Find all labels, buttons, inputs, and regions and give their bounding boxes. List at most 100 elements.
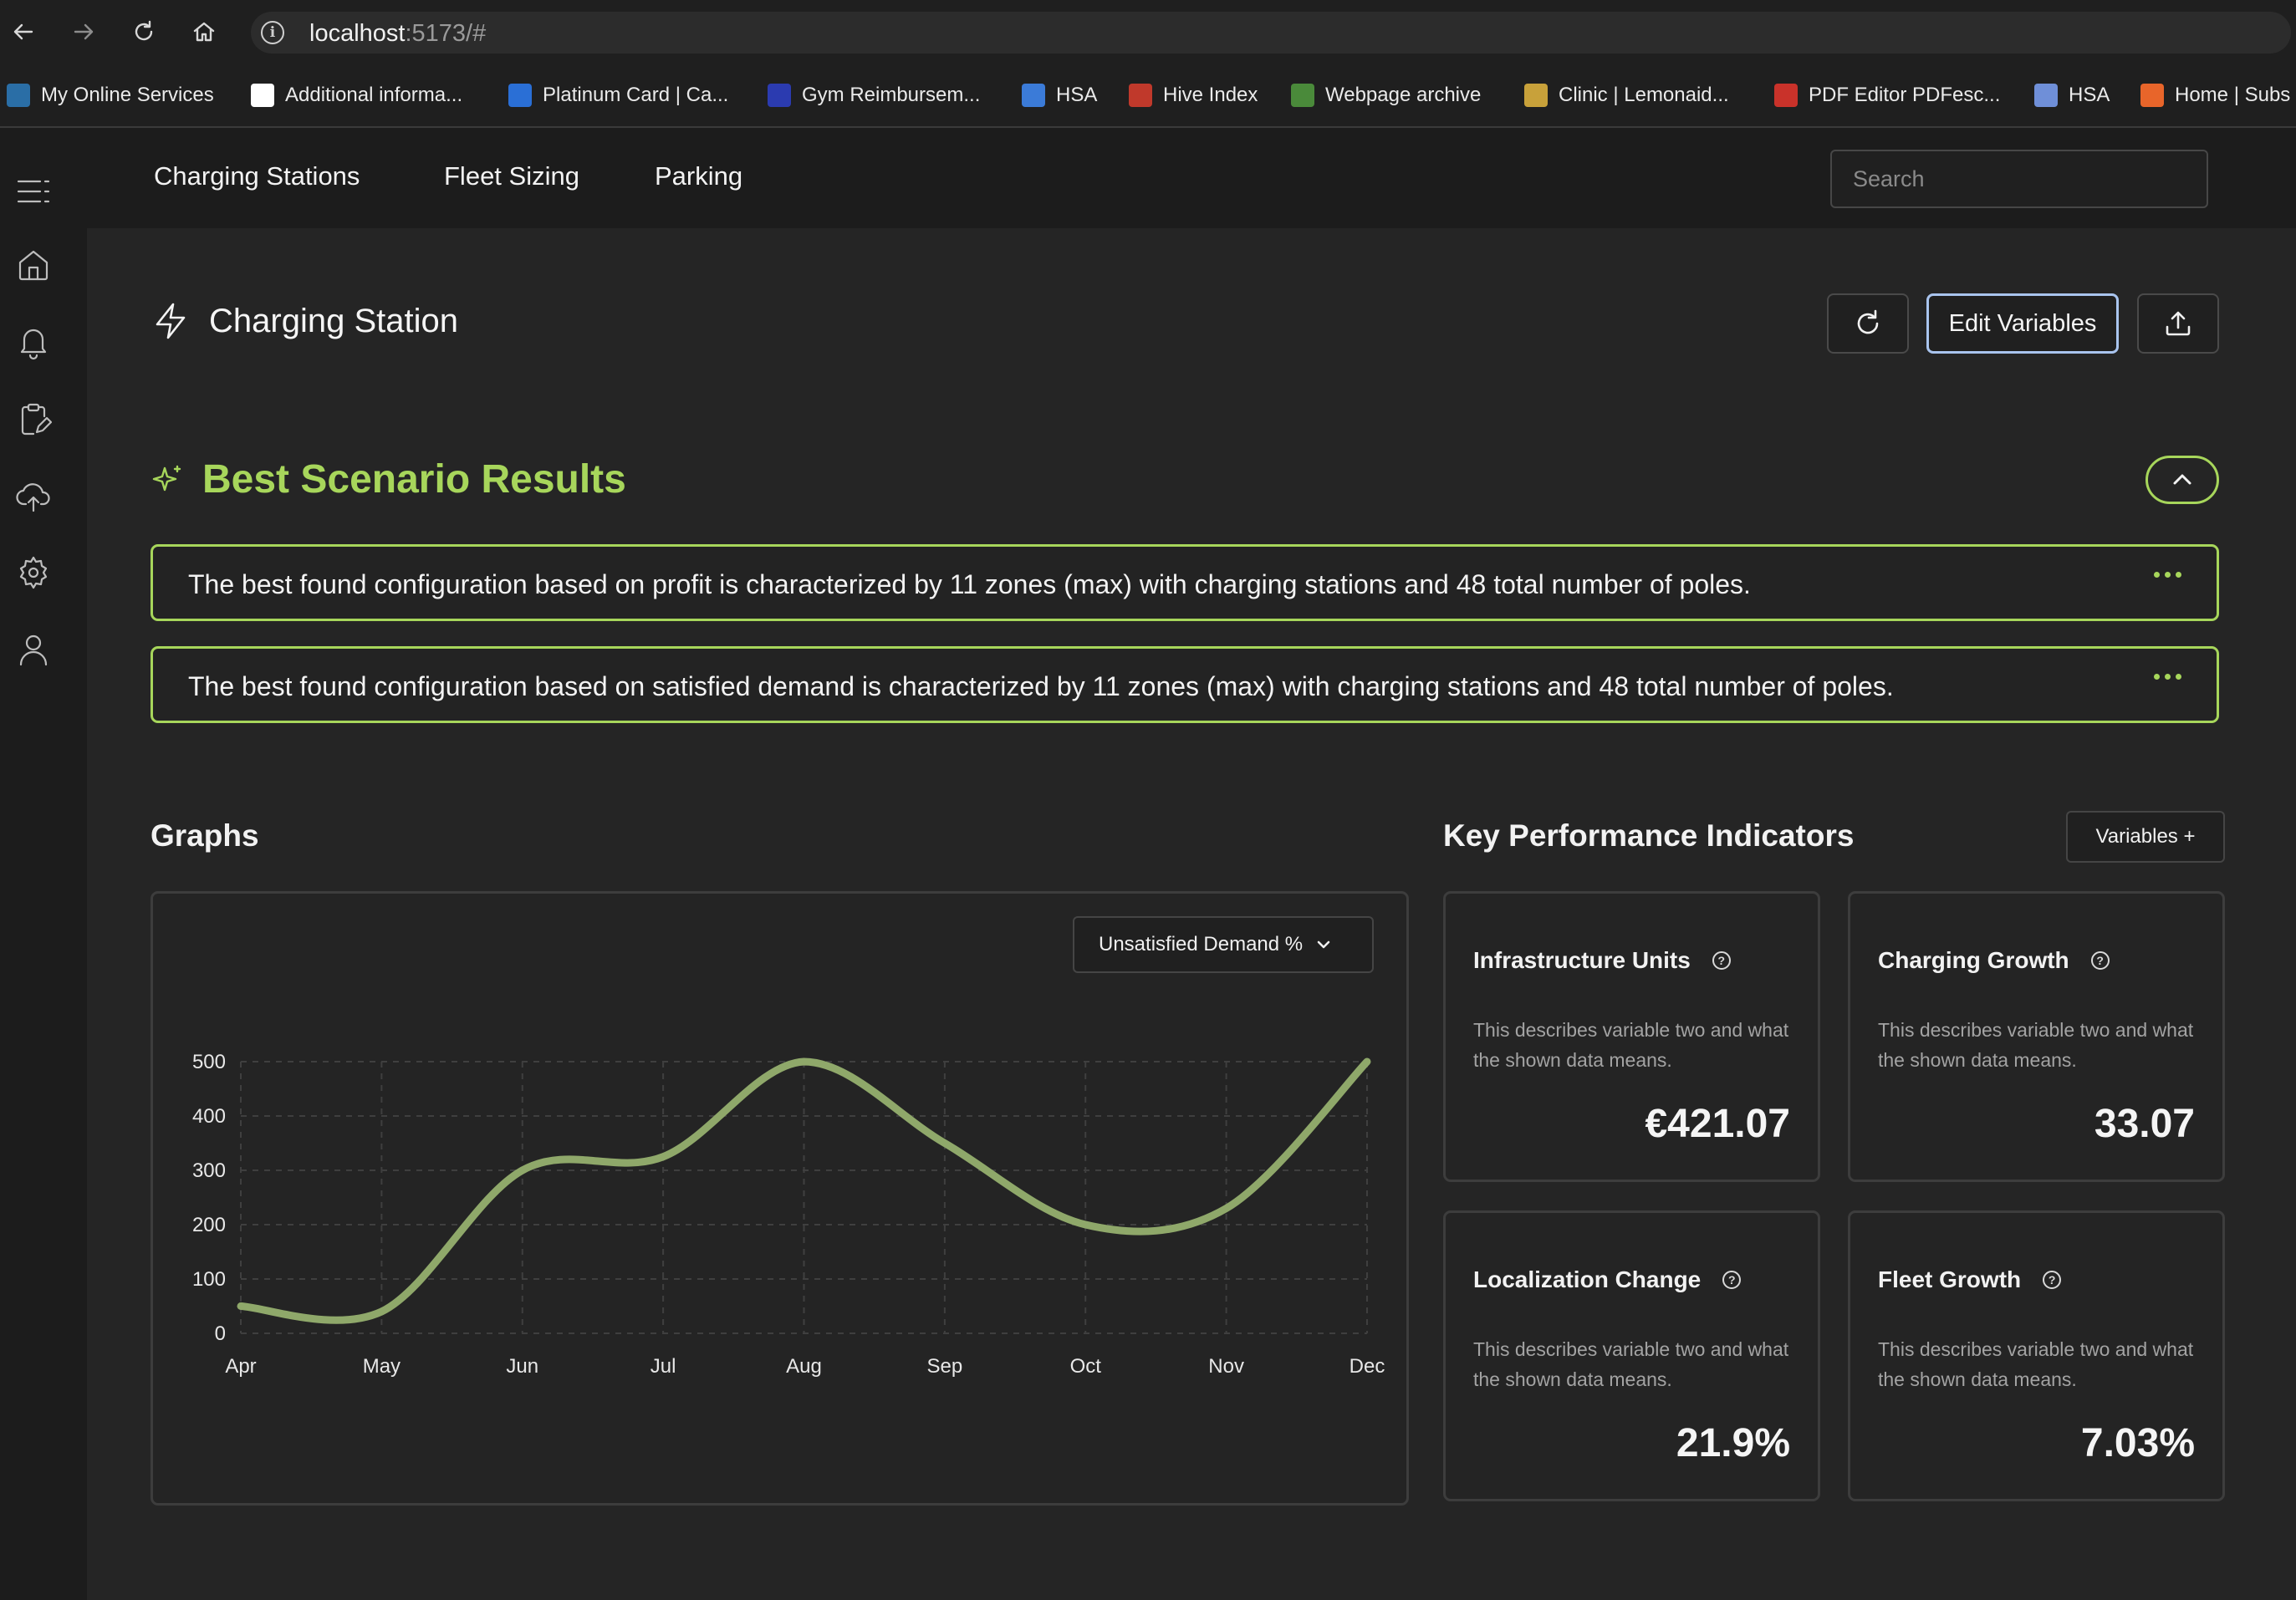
result-text: The best found configuration based on sa…	[188, 671, 1894, 701]
bookmark-item[interactable]: Clinic | Lemonaid...	[1524, 79, 1729, 111]
bookmark-label: My Online Services	[41, 84, 214, 106]
hive-icon	[1129, 84, 1152, 107]
bookmark-item[interactable]: Additional informa...	[251, 79, 462, 111]
y-tick-label: 200	[192, 1214, 226, 1236]
bookmark-item[interactable]: HSA	[1022, 79, 1097, 111]
result-card: The best found configuration based on sa…	[151, 646, 2219, 723]
menu-icon[interactable]	[13, 171, 54, 211]
kpi-card: Fleet Growth? This describes variable tw…	[1848, 1210, 2225, 1501]
x-tick-label: May	[363, 1355, 401, 1378]
bookmark-label: HSA	[2069, 84, 2110, 106]
kpi-title: Localization Change?	[1473, 1266, 1742, 1293]
kpi-card: Localization Change? This describes vari…	[1443, 1210, 1820, 1501]
graph-card: Unsatisfied Demand % 0 100 200 300 400 500 Apr…	[151, 891, 1409, 1506]
bookmark-label: PDF Editor PDFesc...	[1809, 84, 2001, 106]
x-tick-label: Aug	[786, 1355, 822, 1378]
kpi-description: This describes variable two and what the…	[1878, 1338, 2194, 1390]
kpi-description: This describes variable two and what the…	[1878, 1019, 2194, 1071]
chevron-up-icon	[2173, 474, 2191, 485]
page-title: Charging Station	[151, 301, 458, 341]
best-scenario-title: Best Scenario Results	[202, 457, 626, 502]
top-nav: Charging Stations Fleet Sizing Parking	[87, 128, 2296, 228]
af-icon	[768, 84, 791, 107]
archive-icon	[1291, 84, 1314, 107]
kpi-value: €421.07	[1645, 1102, 1790, 1146]
help-icon[interactable]: ?	[2090, 951, 2110, 970]
bookmark-item[interactable]: Webpage archive	[1291, 79, 1481, 111]
kpi-description: This describes variable two and what the…	[1473, 1338, 1789, 1390]
clipboard-edit-icon[interactable]	[13, 399, 54, 439]
bookmark-item[interactable]: Gym Reimbursem...	[768, 79, 980, 111]
bookmark-item[interactable]: Platinum Card | Ca...	[508, 79, 728, 111]
search-input[interactable]	[1830, 150, 2208, 208]
bookmark-label: Clinic | Lemonaid...	[1559, 84, 1729, 106]
x-tick-label: Apr	[225, 1355, 256, 1378]
kpi-card: Charging Growth? This describes variable…	[1848, 891, 2225, 1182]
home-icon[interactable]	[187, 15, 221, 48]
kpi-heading: Key Performance Indicators	[1443, 818, 1855, 853]
more-options-icon[interactable]	[2154, 674, 2181, 680]
kpi-value: 33.07	[2094, 1102, 2195, 1146]
bell-icon[interactable]	[13, 322, 54, 362]
hsa-icon	[1022, 84, 1045, 107]
y-tick-label: 500	[192, 1051, 226, 1073]
more-options-icon[interactable]	[2154, 572, 2181, 578]
lemonaid-icon	[1524, 84, 1548, 107]
kpi-title: Charging Growth?	[1878, 947, 2110, 974]
bookmark-label: HSA	[1056, 84, 1098, 106]
collapse-button[interactable]	[2145, 456, 2219, 504]
y-tick-label: 300	[192, 1159, 226, 1182]
kpi-description: This describes variable two and what the…	[1473, 1019, 1789, 1071]
forward-arrow-icon[interactable]	[67, 15, 100, 48]
line-chart: 0 100 200 300 400 500 Apr May Jun Jul Aug Sep Oct Nov…	[192, 1051, 1385, 1378]
ny-state-icon	[7, 84, 30, 107]
bookmark-item[interactable]: Hive Index	[1129, 79, 1258, 111]
refresh-button[interactable]	[1827, 293, 1909, 354]
bookmark-item[interactable]: My Online Services	[7, 79, 214, 111]
tab-charging-stations[interactable]: Charging Stations	[154, 161, 360, 191]
url-text: localhost:5173/#	[309, 20, 487, 47]
bookmark-label: Additional informa...	[285, 84, 463, 106]
side-rail	[0, 128, 87, 1600]
export-button[interactable]	[2137, 293, 2219, 354]
site-info-icon[interactable]: i	[261, 21, 284, 44]
edit-variables-button[interactable]: Edit Variables	[1926, 293, 2119, 354]
tab-fleet-sizing[interactable]: Fleet Sizing	[444, 161, 579, 191]
y-tick-label: 0	[215, 1322, 226, 1345]
sparkles-icon	[152, 465, 181, 491]
graphs-heading: Graphs	[151, 818, 259, 853]
tab-parking[interactable]: Parking	[655, 161, 742, 191]
help-icon[interactable]: ?	[2043, 1271, 2062, 1289]
user-icon[interactable]	[13, 629, 54, 670]
subs-icon	[2140, 84, 2164, 107]
help-icon[interactable]: ?	[1712, 951, 1731, 970]
doc-icon	[2034, 84, 2058, 107]
result-text: The best found configuration based on pr…	[188, 569, 1751, 599]
home-icon[interactable]	[13, 245, 54, 285]
bookmark-item[interactable]: Home | Subs	[2140, 79, 2290, 111]
address-bar[interactable]: i localhost:5173/#	[251, 12, 2291, 54]
help-icon[interactable]: ?	[1722, 1271, 1742, 1289]
kpi-card: Infrastructure Units? This describes var…	[1443, 891, 1820, 1182]
kpi-value: 7.03%	[2080, 1421, 2195, 1465]
x-tick-label: Jun	[506, 1355, 538, 1378]
bookmark-label: Home | Subs	[2175, 84, 2291, 106]
x-tick-label: Oct	[1070, 1355, 1102, 1378]
bookmark-item[interactable]: HSA	[2034, 79, 2110, 111]
pdf-icon	[1774, 84, 1798, 107]
reload-icon[interactable]	[127, 15, 161, 48]
kpi-value: 21.9%	[1676, 1421, 1790, 1465]
bookmark-label: Platinum Card | Ca...	[543, 84, 729, 106]
bookmark-label: Hive Index	[1163, 84, 1258, 106]
bookmarks-bar: My Online Services Additional informa... P…	[0, 64, 2296, 128]
y-tick-label: 400	[192, 1105, 226, 1128]
browser-toolbar: i localhost:5173/#	[0, 0, 2296, 64]
back-arrow-icon[interactable]	[7, 15, 40, 48]
x-tick-label: Nov	[1208, 1355, 1244, 1378]
variables-button[interactable]: Variables +	[2066, 811, 2225, 863]
bookmark-item[interactable]: PDF Editor PDFesc...	[1774, 79, 2000, 111]
cloud-upload-icon[interactable]	[13, 476, 54, 516]
x-tick-label: Jul	[651, 1355, 676, 1378]
gear-icon[interactable]	[13, 553, 54, 593]
result-card: The best found configuration based on pr…	[151, 544, 2219, 621]
